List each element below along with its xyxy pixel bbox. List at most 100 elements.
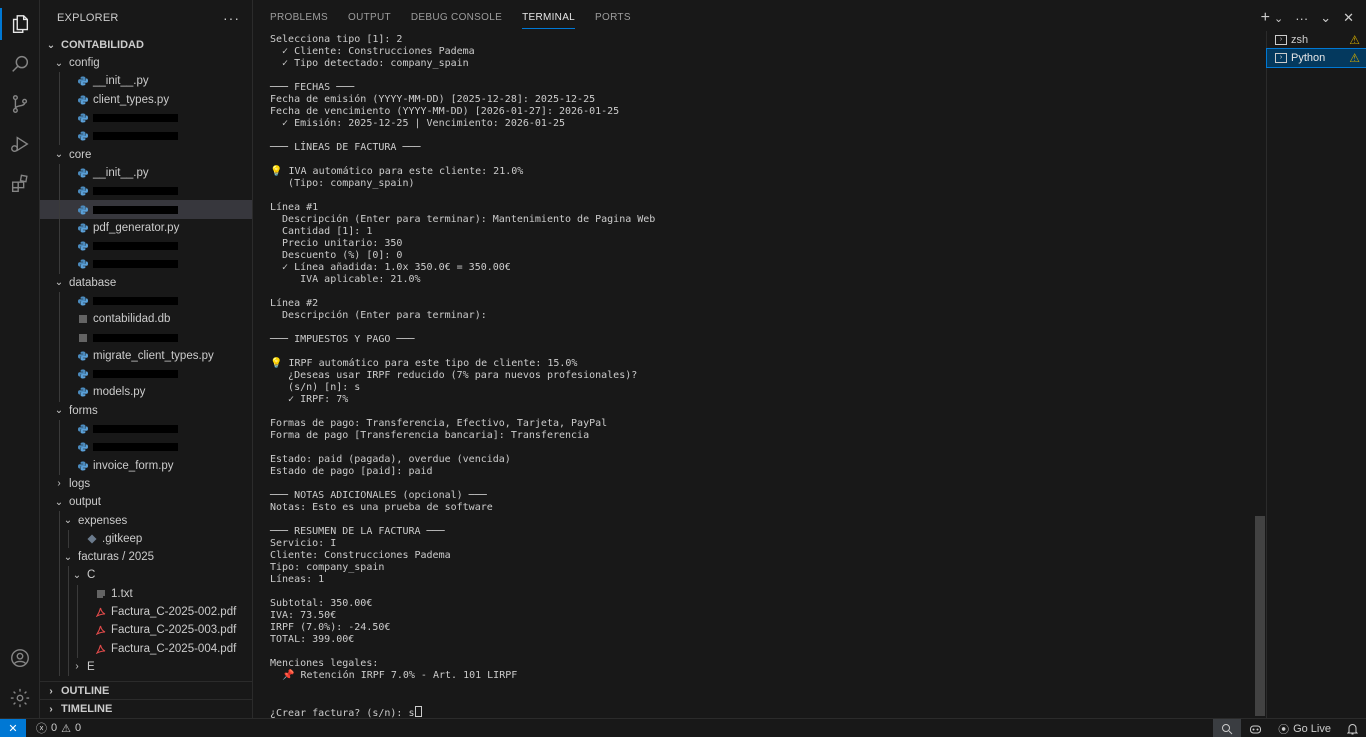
tree-file[interactable] (40, 108, 252, 128)
terminal-line-text: Cliente: Construcciones Padema (270, 550, 451, 561)
tree-item-label (93, 333, 178, 342)
tree-item-label: expenses (78, 514, 128, 527)
terminal-dropdown-button[interactable]: ⌄ (1274, 12, 1283, 25)
terminal-scrollbar-thumb[interactable] (1255, 516, 1265, 716)
problems-indicator[interactable]: ⓧ 0 ⚠ 0 (36, 720, 81, 736)
tree-folder[interactable]: ⌄ config (40, 54, 252, 72)
tree-file[interactable]: models.py (40, 383, 252, 402)
chevron-down-icon: ⌄ (54, 57, 64, 69)
terminal-line-text: ✓ Tipo detectado: company_spain (270, 58, 469, 69)
tree-file[interactable] (40, 328, 252, 347)
tree-item-label: .gitkeep (102, 532, 143, 545)
run-debug-icon[interactable] (0, 124, 40, 164)
tree-folder[interactable]: ⌄ forms (40, 402, 252, 420)
terminal-session-label: Python (1291, 52, 1326, 64)
terminal-line: Descripción (Enter para terminar): (270, 310, 1250, 322)
tree-item-label: core (69, 148, 92, 161)
terminal-icon: › (1275, 35, 1287, 45)
explorer-title: EXPLORER (57, 12, 119, 24)
tree-file[interactable]: __init__.py (40, 72, 252, 91)
tree-file[interactable] (40, 200, 252, 219)
tree-file[interactable] (40, 182, 252, 201)
notifications-button[interactable] (1339, 723, 1366, 735)
remote-indicator-button[interactable]: ✕ (0, 718, 26, 737)
extensions-icon[interactable] (0, 164, 40, 204)
indent-guide (59, 72, 60, 91)
gitkeep-file-icon (87, 534, 97, 544)
tree-file[interactable] (40, 236, 252, 256)
tree-file[interactable]: Factura_C-2025-003.pdf (40, 621, 252, 640)
tree-folder[interactable]: ⌄ core (40, 145, 252, 163)
terminal-session-item[interactable]: › zsh ⚠ (1267, 31, 1366, 49)
terminal-line-text: ─── FECHAS ─── (270, 82, 355, 93)
chevron-down-icon: ⌄ (72, 569, 82, 581)
more-actions-button[interactable]: ··· (223, 10, 240, 26)
tree-folder[interactable]: ⌄ database (40, 274, 252, 292)
terminal-session-item[interactable]: › Python ⚠ (1266, 48, 1366, 68)
tree-folder[interactable]: ⌄ C (40, 566, 252, 585)
indent-guide (59, 566, 60, 585)
tree-item-label: logs (69, 477, 91, 490)
close-panel-button[interactable]: ✕ (1343, 10, 1354, 26)
tree-file[interactable]: contabilidad.db (40, 310, 252, 329)
warning-icon: ⚠ (1349, 33, 1360, 47)
tree-file[interactable] (40, 365, 252, 384)
terminal-line-text: ─── IMPUESTOS Y PAGO ─── (270, 334, 415, 345)
indent-guide (59, 657, 60, 677)
tab-output[interactable]: OUTPUT (348, 0, 391, 35)
tree-file[interactable] (40, 291, 252, 311)
source-control-icon[interactable] (0, 84, 40, 124)
indent-guide (59, 108, 60, 128)
tree-file[interactable]: invoice_form.py (40, 456, 252, 475)
maximize-panel-button[interactable]: ⌄ (1320, 10, 1331, 26)
indent-guide (59, 90, 60, 109)
tree-item-label (93, 443, 178, 452)
tree-folder[interactable]: ⌄ output (40, 493, 252, 511)
tree-item-label: config (69, 57, 100, 70)
tree-item-label: 1.txt (111, 587, 133, 600)
tree-folder[interactable]: › logs (40, 475, 252, 493)
tree-folder[interactable]: ⌄ expenses (40, 511, 252, 530)
indent-guide (59, 200, 60, 219)
terminal-line-text: Línea #1 (270, 202, 319, 213)
tree-file[interactable] (40, 255, 252, 274)
indent-guide (68, 657, 69, 677)
new-terminal-button[interactable]: + (1261, 9, 1270, 27)
tab-ports[interactable]: PORTS (595, 0, 631, 35)
search-icon[interactable] (0, 44, 40, 84)
go-live-button[interactable]: ⦿ Go Live (1270, 721, 1339, 737)
tree-folder[interactable]: › E (40, 657, 252, 677)
bell-icon (1347, 723, 1358, 734)
tree-file[interactable]: migrate_client_types.py (40, 346, 252, 366)
tree-file[interactable] (40, 127, 252, 146)
tree-file[interactable]: pdf_generator.py (40, 218, 252, 237)
panel-more-button[interactable]: ··· (1295, 11, 1308, 26)
tree-file[interactable]: Factura_C-2025-002.pdf (40, 602, 252, 622)
timeline-section[interactable]: › TIMELINE (40, 699, 252, 718)
zoom-button[interactable] (1213, 719, 1242, 737)
terminal-line: Forma de pago [Transferencia bancaria]: … (270, 430, 1250, 442)
tree-item-label (93, 425, 178, 434)
terminal-line: Selecciona tipo [1]: 2 (270, 34, 1250, 46)
tab-terminal[interactable]: TERMINAL (522, 0, 576, 35)
tab-problems[interactable]: PROBLEMS (270, 0, 328, 35)
tree-file[interactable] (40, 438, 252, 457)
terminal-output[interactable]: Selecciona tipo [1]: 2 ✓ Cliente: Constr… (270, 34, 1250, 719)
outline-section[interactable]: › OUTLINE (40, 681, 252, 700)
tree-file[interactable]: 1.txt (40, 584, 252, 603)
tree-file[interactable]: .gitkeep (40, 529, 252, 549)
tree-file[interactable]: client_types.py (40, 90, 252, 109)
account-icon[interactable] (0, 638, 40, 678)
settings-gear-icon[interactable] (0, 678, 40, 718)
copilot-button[interactable] (1241, 723, 1270, 735)
tab-debug-console[interactable]: DEBUG CONSOLE (411, 0, 502, 35)
tree-folder[interactable]: ⌄ facturas / 2025 (40, 548, 252, 567)
tree-file[interactable]: __init__.py (40, 163, 252, 183)
tree-file[interactable] (40, 419, 252, 439)
tree-file[interactable]: Factura_C-2025-004.pdf (40, 639, 252, 658)
indent-guide (59, 127, 60, 146)
explorer-icon[interactable] (0, 4, 40, 44)
project-section[interactable]: ⌄ CONTABILIDAD (40, 36, 252, 54)
pdf-file-icon (96, 625, 106, 636)
python-file-icon (78, 259, 88, 269)
